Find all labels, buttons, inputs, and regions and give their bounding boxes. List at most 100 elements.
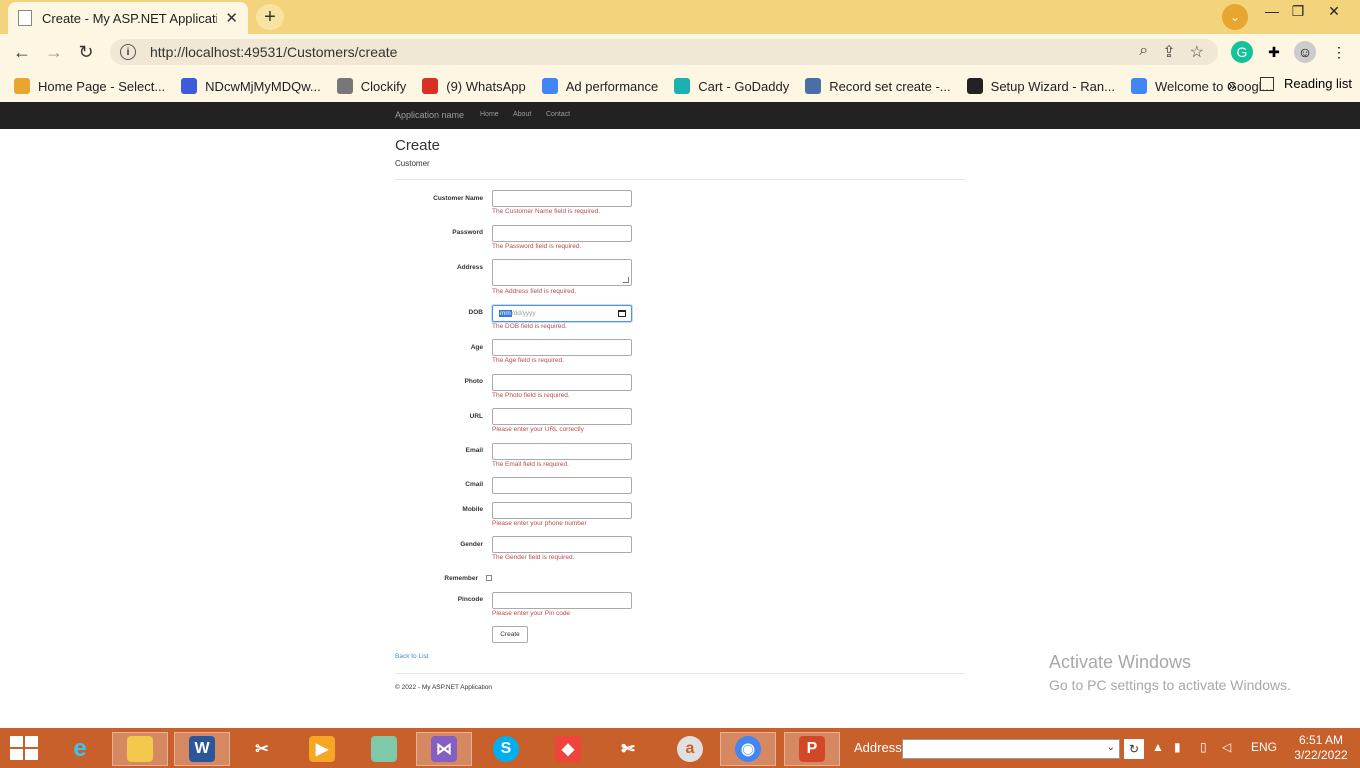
bookmark-item[interactable]: Cart - GoDaddy (674, 78, 789, 94)
taskbar-media-player[interactable]: ▶ (294, 732, 350, 766)
url-input[interactable] (492, 408, 632, 425)
bookmark-label: (9) WhatsApp (446, 78, 526, 94)
taskbar-app2[interactable]: a (662, 732, 718, 766)
taskbar-chrome[interactable]: ◉ (720, 732, 776, 766)
network-icon[interactable]: ▮ (1174, 740, 1181, 754)
close-tab-icon[interactable]: ✕ (225, 9, 238, 27)
address-textarea[interactable] (492, 259, 632, 286)
age-input[interactable] (492, 339, 632, 356)
volume-icon[interactable]: ◁ (1222, 740, 1231, 754)
taskbar-powerpoint[interactable]: P (784, 732, 840, 766)
clock-date: 3/22/2022 (1294, 748, 1348, 762)
forward-button[interactable]: → (42, 40, 66, 64)
extensions-puzzle-icon[interactable]: ✚ (1263, 41, 1285, 63)
bookmark-item[interactable]: NDcwMjMyMDQw... (181, 78, 321, 94)
taskbar-clock[interactable]: 6:51 AM 3/22/2022 (1290, 733, 1352, 763)
taskbar-file-explorer[interactable] (112, 732, 168, 766)
site-brand-link[interactable]: Application name (395, 110, 464, 120)
nav-contact-link[interactable]: Contact (546, 111, 570, 118)
restore-button[interactable]: ❐ (1282, 0, 1314, 22)
bookmark-label: NDcwMjMyMDQw... (205, 78, 321, 94)
share-icon[interactable]: ⇪ (1162, 42, 1175, 62)
back-button[interactable]: ← (10, 40, 34, 64)
battery-icon[interactable]: ▯ (1200, 740, 1207, 754)
dob-month-segment[interactable]: mm (499, 310, 512, 317)
bookmark-favicon-icon (422, 78, 439, 94)
grammarly-extension-icon[interactable]: G (1231, 41, 1253, 63)
anydesk-icon: ◆ (555, 736, 581, 762)
photo-input[interactable] (492, 374, 632, 391)
tray-expand-icon[interactable]: ▲ (1152, 740, 1164, 754)
dob-rest-segment[interactable]: /dd/yyyy (512, 310, 536, 317)
mobile-input[interactable] (492, 502, 632, 519)
bookmark-item[interactable]: Ad performance (541, 78, 659, 94)
reading-list-button[interactable]: Reading list (1260, 76, 1352, 91)
bookmark-item[interactable]: Record set create -... (805, 78, 951, 94)
gender-input[interactable] (492, 536, 632, 553)
reload-button[interactable]: ↻ (74, 40, 98, 64)
bookmark-label: Ad performance (565, 78, 659, 94)
taskbar-app[interactable] (356, 732, 412, 766)
language-indicator[interactable]: ENG (1251, 740, 1277, 754)
more-bookmarks-icon[interactable]: » (1228, 77, 1236, 93)
app2-icon: a (677, 736, 703, 762)
start-button[interactable] (10, 736, 38, 760)
nav-home-link[interactable]: Home (480, 111, 499, 118)
bookmark-star-icon[interactable]: ☆ (1190, 42, 1204, 62)
browser-tab-strip: Create - My ASP.NET Application ✕ + ⌄ — … (0, 0, 1360, 34)
taskbar-tool[interactable]: ✄ (600, 732, 656, 766)
taskbar-word[interactable]: W (174, 732, 230, 766)
taskbar-anydesk[interactable]: ◆ (540, 732, 596, 766)
bookmark-favicon-icon (336, 78, 353, 94)
bookmark-favicon-icon (674, 78, 691, 94)
nav-about-link[interactable]: About (513, 111, 531, 118)
browser-menu-icon[interactable]: ⋮ (1328, 41, 1350, 63)
close-window-button[interactable]: ✕ (1318, 0, 1350, 22)
taskbar-address-refresh-icon[interactable]: ↻ (1124, 739, 1144, 759)
browser-toolbar: ← → ↻ i http://localhost:49531/Customers… (0, 34, 1360, 70)
bookmark-item[interactable]: Clockify (336, 78, 406, 94)
create-button[interactable]: Create (492, 626, 528, 643)
remember-checkbox[interactable] (486, 575, 492, 581)
bookmark-item[interactable]: Setup Wizard - Ran... (966, 78, 1115, 94)
url-text: http://localhost:49531/Customers/create (150, 44, 398, 60)
bookmark-item[interactable]: (9) WhatsApp (422, 78, 526, 94)
taskbar-address-label: Address (854, 740, 902, 755)
customer-name-error: The Customer Name field is required. (492, 208, 601, 215)
email-input[interactable] (492, 443, 632, 460)
new-tab-button[interactable]: + (256, 4, 284, 30)
taskbar-internet-explorer[interactable]: e (52, 732, 108, 766)
bookmark-label: Welcome to Googl... (1154, 78, 1273, 94)
bookmark-favicon-icon (541, 78, 558, 94)
taskbar-address-input[interactable]: ⌄ (902, 739, 1120, 759)
chevron-down-icon[interactable]: ⌄ (1107, 742, 1115, 753)
media-player-icon: ▶ (309, 736, 335, 762)
taskbar-snipping-tool[interactable]: ✂ (234, 732, 290, 766)
pincode-input[interactable] (492, 592, 632, 609)
reading-list-icon (1260, 76, 1274, 91)
browser-tab[interactable]: Create - My ASP.NET Application ✕ (8, 2, 248, 34)
taskbar-skype[interactable]: S (478, 732, 534, 766)
cmail-input[interactable] (492, 477, 632, 494)
age-error: The Age field is required. (492, 357, 564, 364)
back-to-list-link[interactable]: Back to List (395, 653, 429, 660)
page-title: Create (395, 137, 441, 154)
page-subtitle: Customer (395, 159, 430, 168)
password-input[interactable] (492, 225, 632, 242)
bookmark-item[interactable]: Home Page - Select... (14, 78, 165, 94)
cmail-label: Cmail (465, 481, 483, 488)
taskbar-visual-studio[interactable]: ⋈ (416, 732, 472, 766)
profile-avatar[interactable]: ☺ (1294, 41, 1316, 63)
customer-name-input[interactable] (492, 190, 632, 207)
tool-icon: ✄ (621, 741, 635, 758)
address-bar[interactable]: i http://localhost:49531/Customers/creat… (110, 39, 1218, 65)
calendar-icon[interactable] (618, 310, 626, 317)
mobile-label: Mobile (462, 506, 483, 513)
site-info-icon[interactable]: i (120, 44, 136, 60)
zoom-icon[interactable]: ⌕ (1139, 42, 1148, 62)
bookmark-item[interactable]: Welcome to Googl... (1130, 78, 1273, 94)
gender-error: The Gender field is required. (492, 554, 575, 561)
tab-search-button[interactable]: ⌄ (1222, 4, 1248, 30)
dob-date-input[interactable]: mm/dd/yyyy (492, 305, 632, 322)
bookmark-favicon-icon (966, 78, 983, 94)
